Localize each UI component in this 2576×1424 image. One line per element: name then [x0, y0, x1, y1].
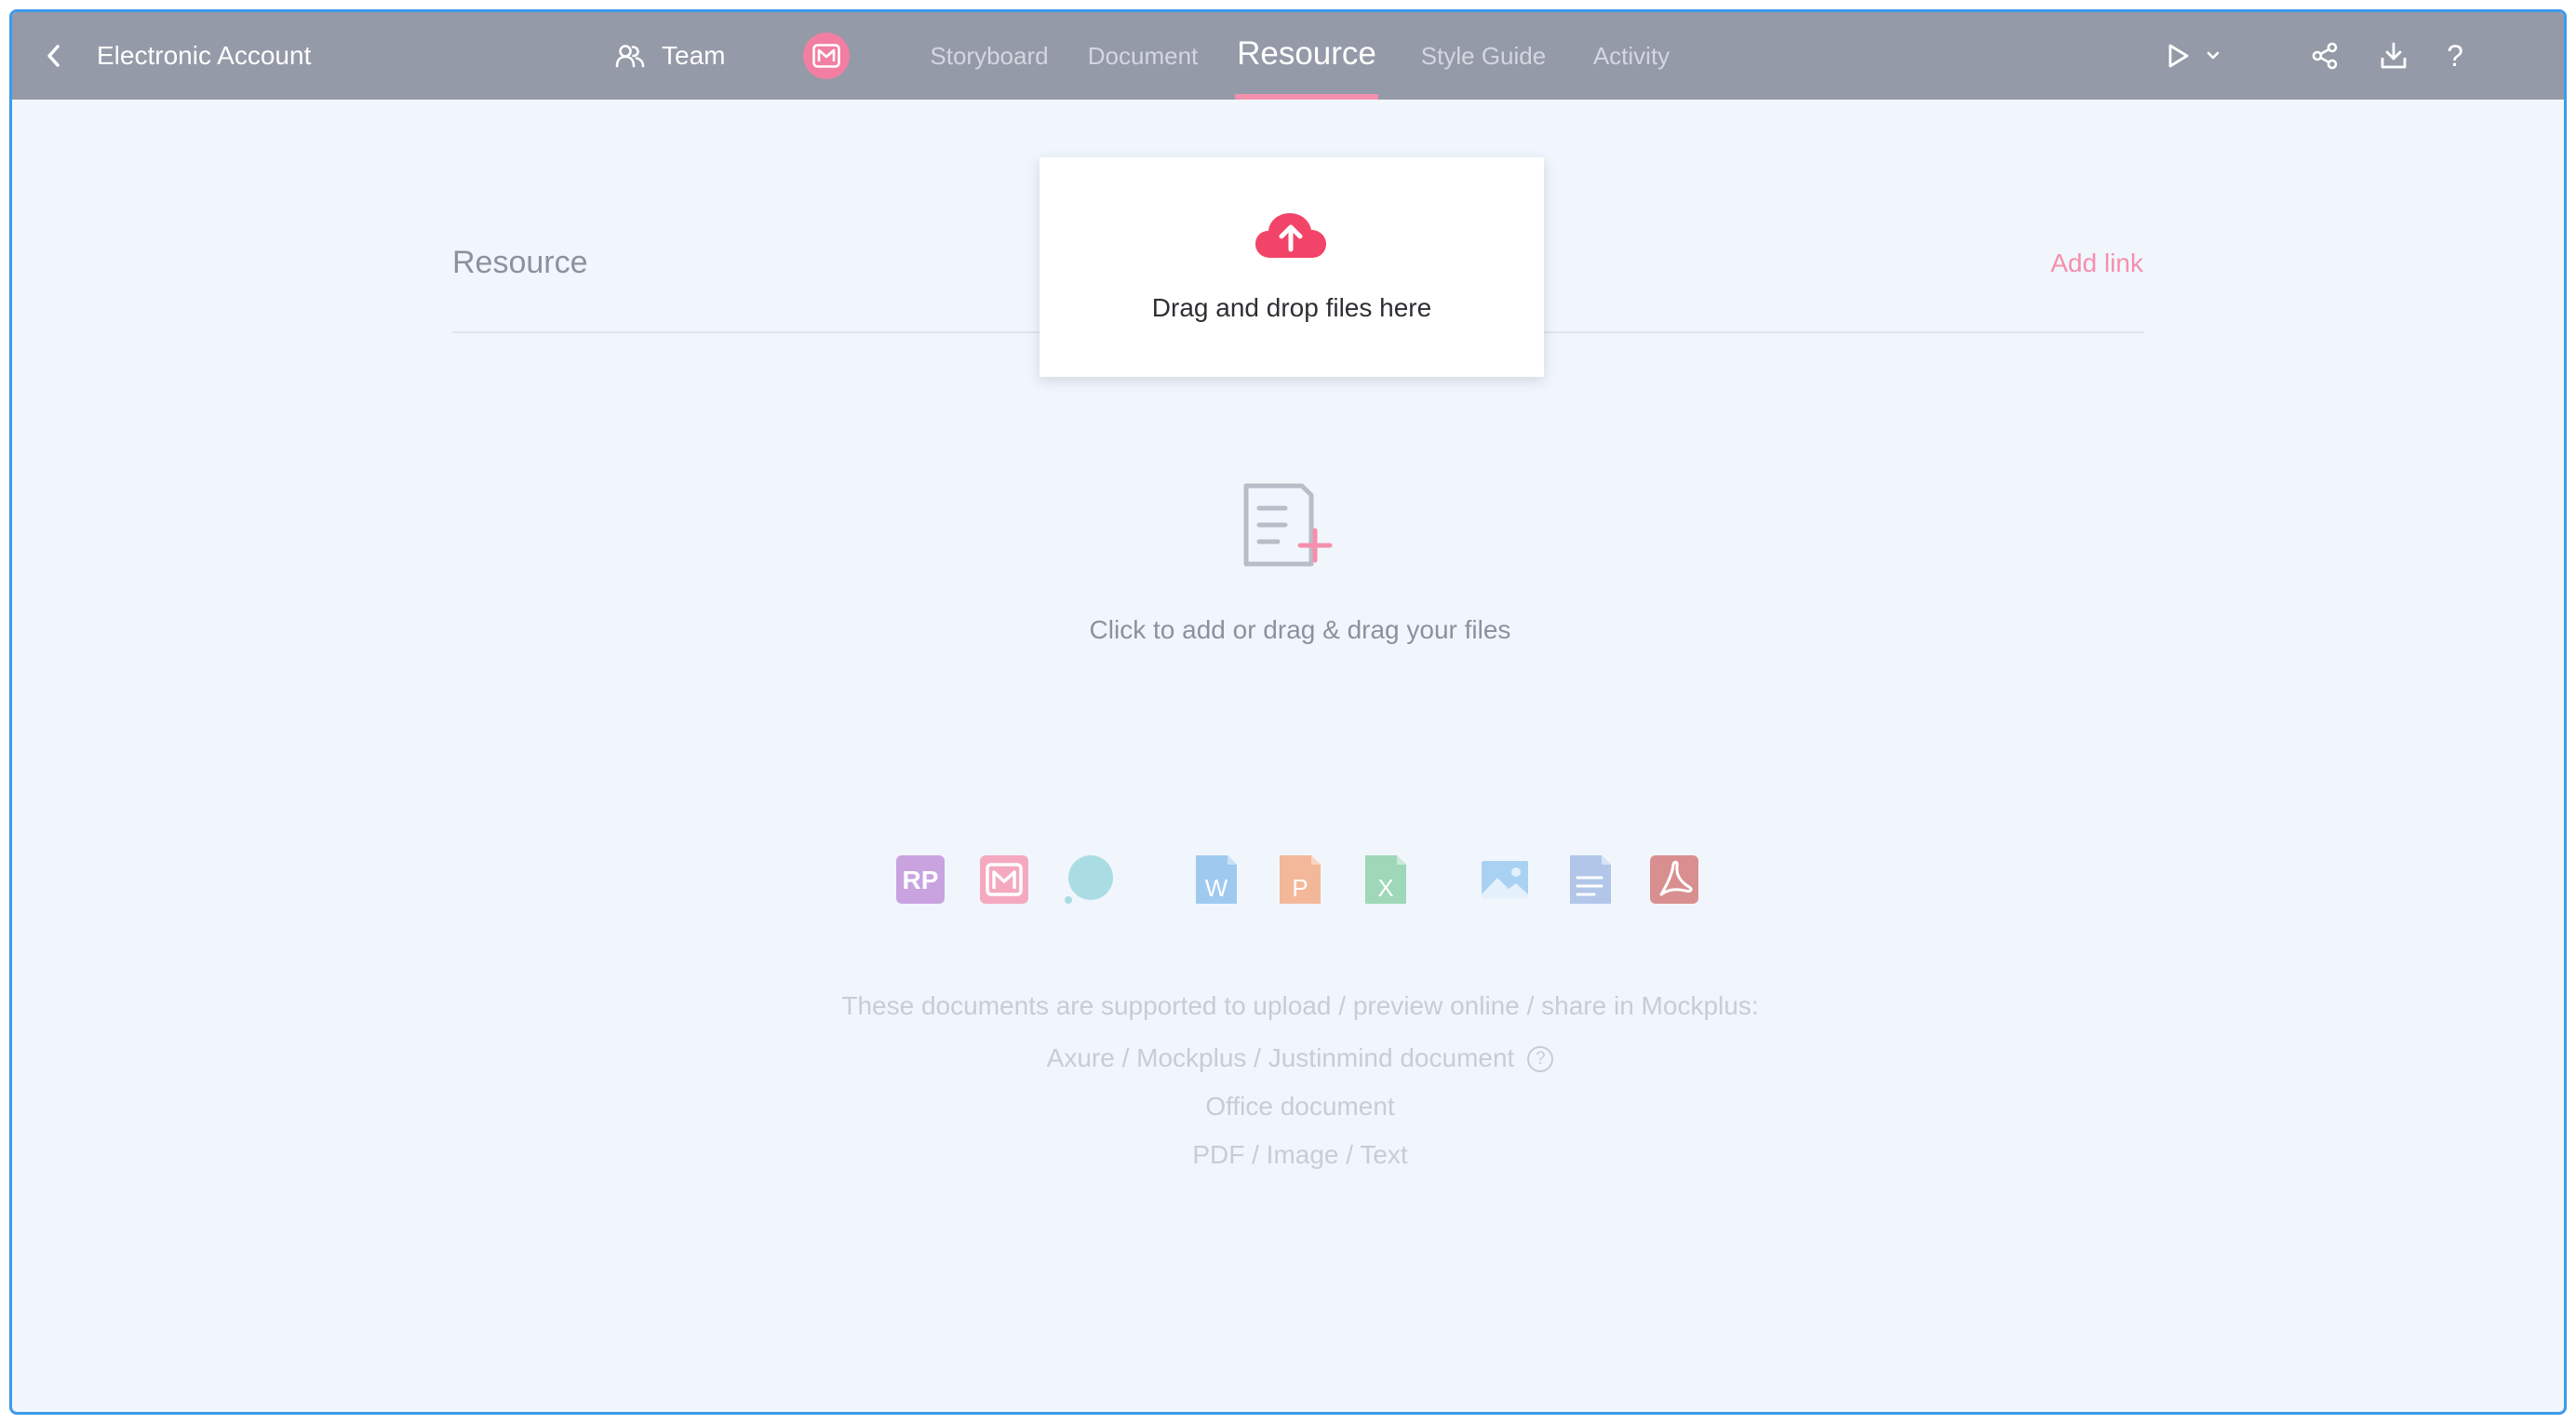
active-tab-indicator [1235, 94, 1378, 100]
word-label: W [1205, 874, 1228, 902]
team-avatar[interactable] [803, 33, 850, 79]
download-button[interactable] [2372, 34, 2415, 77]
add-file-icon[interactable] [1242, 482, 1335, 571]
app-window: Electronic Account Team Storyboard Docum… [9, 9, 2567, 1415]
empty-state-text: Click to add or drag & drag your files [1089, 615, 1511, 644]
tab-resource[interactable]: Resource [1231, 12, 1382, 100]
top-bar: Electronic Account Team Storyboard Docum… [12, 12, 2564, 100]
excel-label: X [1377, 874, 1393, 902]
mockplus-logo-icon [812, 44, 840, 68]
tab-style-guide[interactable]: Style Guide [1414, 12, 1553, 100]
supported-line-prototype: Axure / Mockplus / Justinmind document? [570, 1043, 2030, 1073]
chevron-down-icon [2207, 51, 2220, 60]
tab-activity[interactable]: Activity [1585, 12, 1678, 100]
preview-button[interactable] [2156, 34, 2199, 77]
image-file-icon [1482, 861, 1528, 898]
excel-file-icon: X [1365, 855, 1406, 904]
drop-zone-text: Drag and drop files here [1151, 293, 1432, 322]
axure-rp-icon: RP [896, 855, 945, 904]
supported-pdf-text: PDF / Image / Text [1192, 1140, 1408, 1169]
preview-dropdown[interactable] [2201, 34, 2225, 77]
tab-document[interactable]: Document [1082, 12, 1203, 100]
download-icon [2381, 42, 2407, 69]
rp-label: RP [903, 866, 939, 894]
share-icon [2312, 42, 2338, 70]
justinmind-file-icon [1065, 855, 1113, 904]
text-file-icon [1570, 855, 1611, 904]
chevron-left-icon [47, 45, 60, 67]
ppt-label: P [1292, 874, 1308, 902]
tab-storyboard[interactable]: Storyboard [929, 12, 1050, 100]
add-link-button[interactable]: Add link [2032, 249, 2143, 278]
mockplus-file-icon [980, 855, 1028, 904]
share-button[interactable] [2303, 34, 2346, 77]
app-title: Electronic Account [97, 41, 312, 70]
supported-office-text: Office document [1205, 1092, 1395, 1121]
supported-intro-text: These documents are supported to upload … [841, 991, 1759, 1020]
supported-prototype-text: Axure / Mockplus / Justinmind document [1046, 1043, 1515, 1072]
play-icon [2168, 44, 2189, 68]
team-icon [615, 45, 645, 68]
pdf-file-icon [1650, 855, 1698, 904]
powerpoint-file-icon: P [1280, 855, 1321, 904]
word-file-icon: W [1196, 855, 1237, 904]
help-button[interactable]: ? [2434, 34, 2476, 77]
question-circle-icon[interactable]: ? [1527, 1046, 1554, 1072]
section-title: Resource [452, 245, 588, 280]
team-button[interactable]: Team [615, 12, 725, 100]
drop-zone-overlay[interactable]: Drag and drop files here [1040, 157, 1544, 377]
team-label: Team [662, 41, 726, 70]
cloud-upload-icon [1255, 213, 1326, 258]
back-button[interactable] [34, 36, 74, 75]
